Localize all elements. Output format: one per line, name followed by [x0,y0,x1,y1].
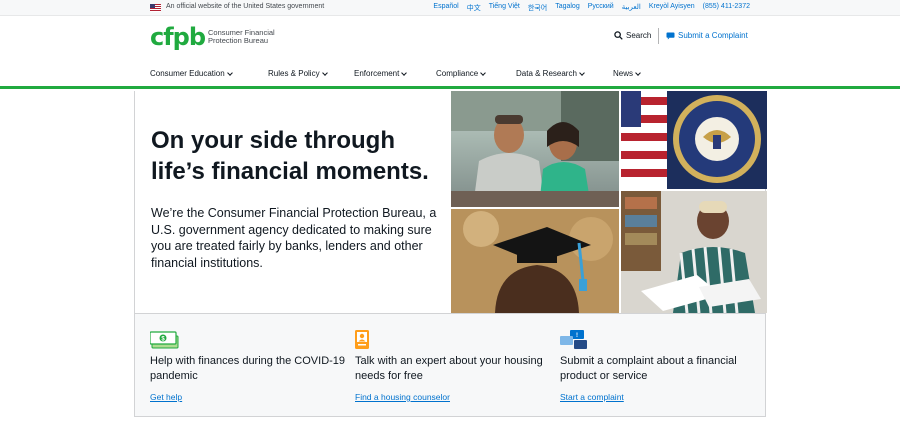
language-link-tagalog[interactable]: Tagalog [555,3,580,13]
chevron-down-icon [579,69,585,76]
chevron-down-icon [226,69,233,76]
nav-item-label: News [613,69,634,78]
nav-item-consumer-education[interactable]: Consumer Education [150,69,233,78]
couple-illustration [451,91,619,207]
svg-text:!: ! [576,333,578,339]
find-housing-counselor-link[interactable]: Find a housing counselor [355,392,450,402]
hero-title: On your side through life’s financial mo… [151,125,451,187]
money-icon: $ [150,331,179,349]
hero-photo-cfpb-seal [621,91,767,189]
woman-reading-illustration [621,191,767,313]
logo-agency-name[interactable]: Consumer Financial Protection Bureau [208,29,288,45]
submit-complaint-button[interactable]: Submit a Complaint [666,31,748,40]
card-covid-help: $ Help with finances during the COVID-19… [150,314,350,418]
official-banner-text: An official website of the United States… [166,3,325,10]
hero-description: We’re the Consumer Financial Protection … [151,206,437,270]
cfpb-logo[interactable]: cfpb [150,24,206,50]
official-banner: An official website of the United States… [0,0,900,16]
search-button[interactable]: Search [614,31,651,40]
nav-item-label: Compliance [436,69,479,78]
chevron-down-icon [635,69,641,76]
hero-title-emphasis: On your side [151,127,298,154]
card-description: Submit a complaint about a financial pro… [560,355,737,382]
help-cards-row: $ Help with finances during the COVID-19… [134,313,766,417]
language-links: Español 中文 Tiếng Việt 한국어 Tagalog Русски… [433,3,750,13]
complaint-chat-icon [666,31,675,40]
nav-item-news[interactable]: News [613,69,641,78]
graduate-illustration [451,209,619,313]
us-flag-icon [150,4,161,12]
chevron-down-icon [401,69,408,76]
search-icon [614,31,623,40]
nav-item-label: Enforcement [354,69,400,78]
submit-complaint-label: Submit a Complaint [678,31,748,40]
hero-photo-couple [451,91,619,207]
language-link-vietnamese[interactable]: Tiếng Việt [489,3,520,13]
main-navigation: Consumer Education Rules & Policy Enforc… [0,61,900,89]
nav-item-data-research[interactable]: Data & Research [516,69,585,78]
header-divider [658,28,659,44]
card-description: Help with finances during the COVID-19 p… [150,355,346,382]
language-link-russian[interactable]: Русский [588,3,614,13]
counselor-icon [355,330,369,349]
complaint-chat-icon: ! [560,330,587,349]
language-link-espanol[interactable]: Español [433,3,458,13]
seal-flag-illustration [621,91,767,189]
chevron-down-icon [321,69,328,76]
nav-item-label: Data & Research [516,69,577,78]
language-link-chinese[interactable]: 中文 [467,3,481,13]
site-header: cfpb Consumer Financial Protection Burea… [0,16,900,61]
language-link-korean[interactable]: 한국어 [528,3,547,13]
hero-photo-graduate [451,209,619,313]
get-help-link[interactable]: Get help [150,392,182,402]
nav-item-compliance[interactable]: Compliance [436,69,487,78]
start-complaint-link[interactable]: Start a complaint [560,392,624,402]
card-description: Talk with an expert about your housing n… [355,355,543,382]
nav-item-label: Rules & Policy [268,69,320,78]
nav-item-rules-policy[interactable]: Rules & Policy [268,69,328,78]
language-link-haitian-creole[interactable]: Kreyòl Ayisyen [649,3,695,13]
hero-photo-woman-reading [621,191,767,313]
card-submit-complaint: ! Submit a complaint about a financial p… [560,314,760,418]
hero-section: On your side through life’s financial mo… [134,91,767,313]
card-housing-counselor: Talk with an expert about your housing n… [355,314,555,418]
search-button-label: Search [626,31,652,40]
nav-item-enforcement[interactable]: Enforcement [354,69,408,78]
phone-number-link[interactable]: (855) 411-2372 [703,3,750,13]
chevron-down-icon [480,69,487,76]
language-link-arabic[interactable]: العربية [622,3,641,13]
nav-item-label: Consumer Education [150,69,225,78]
